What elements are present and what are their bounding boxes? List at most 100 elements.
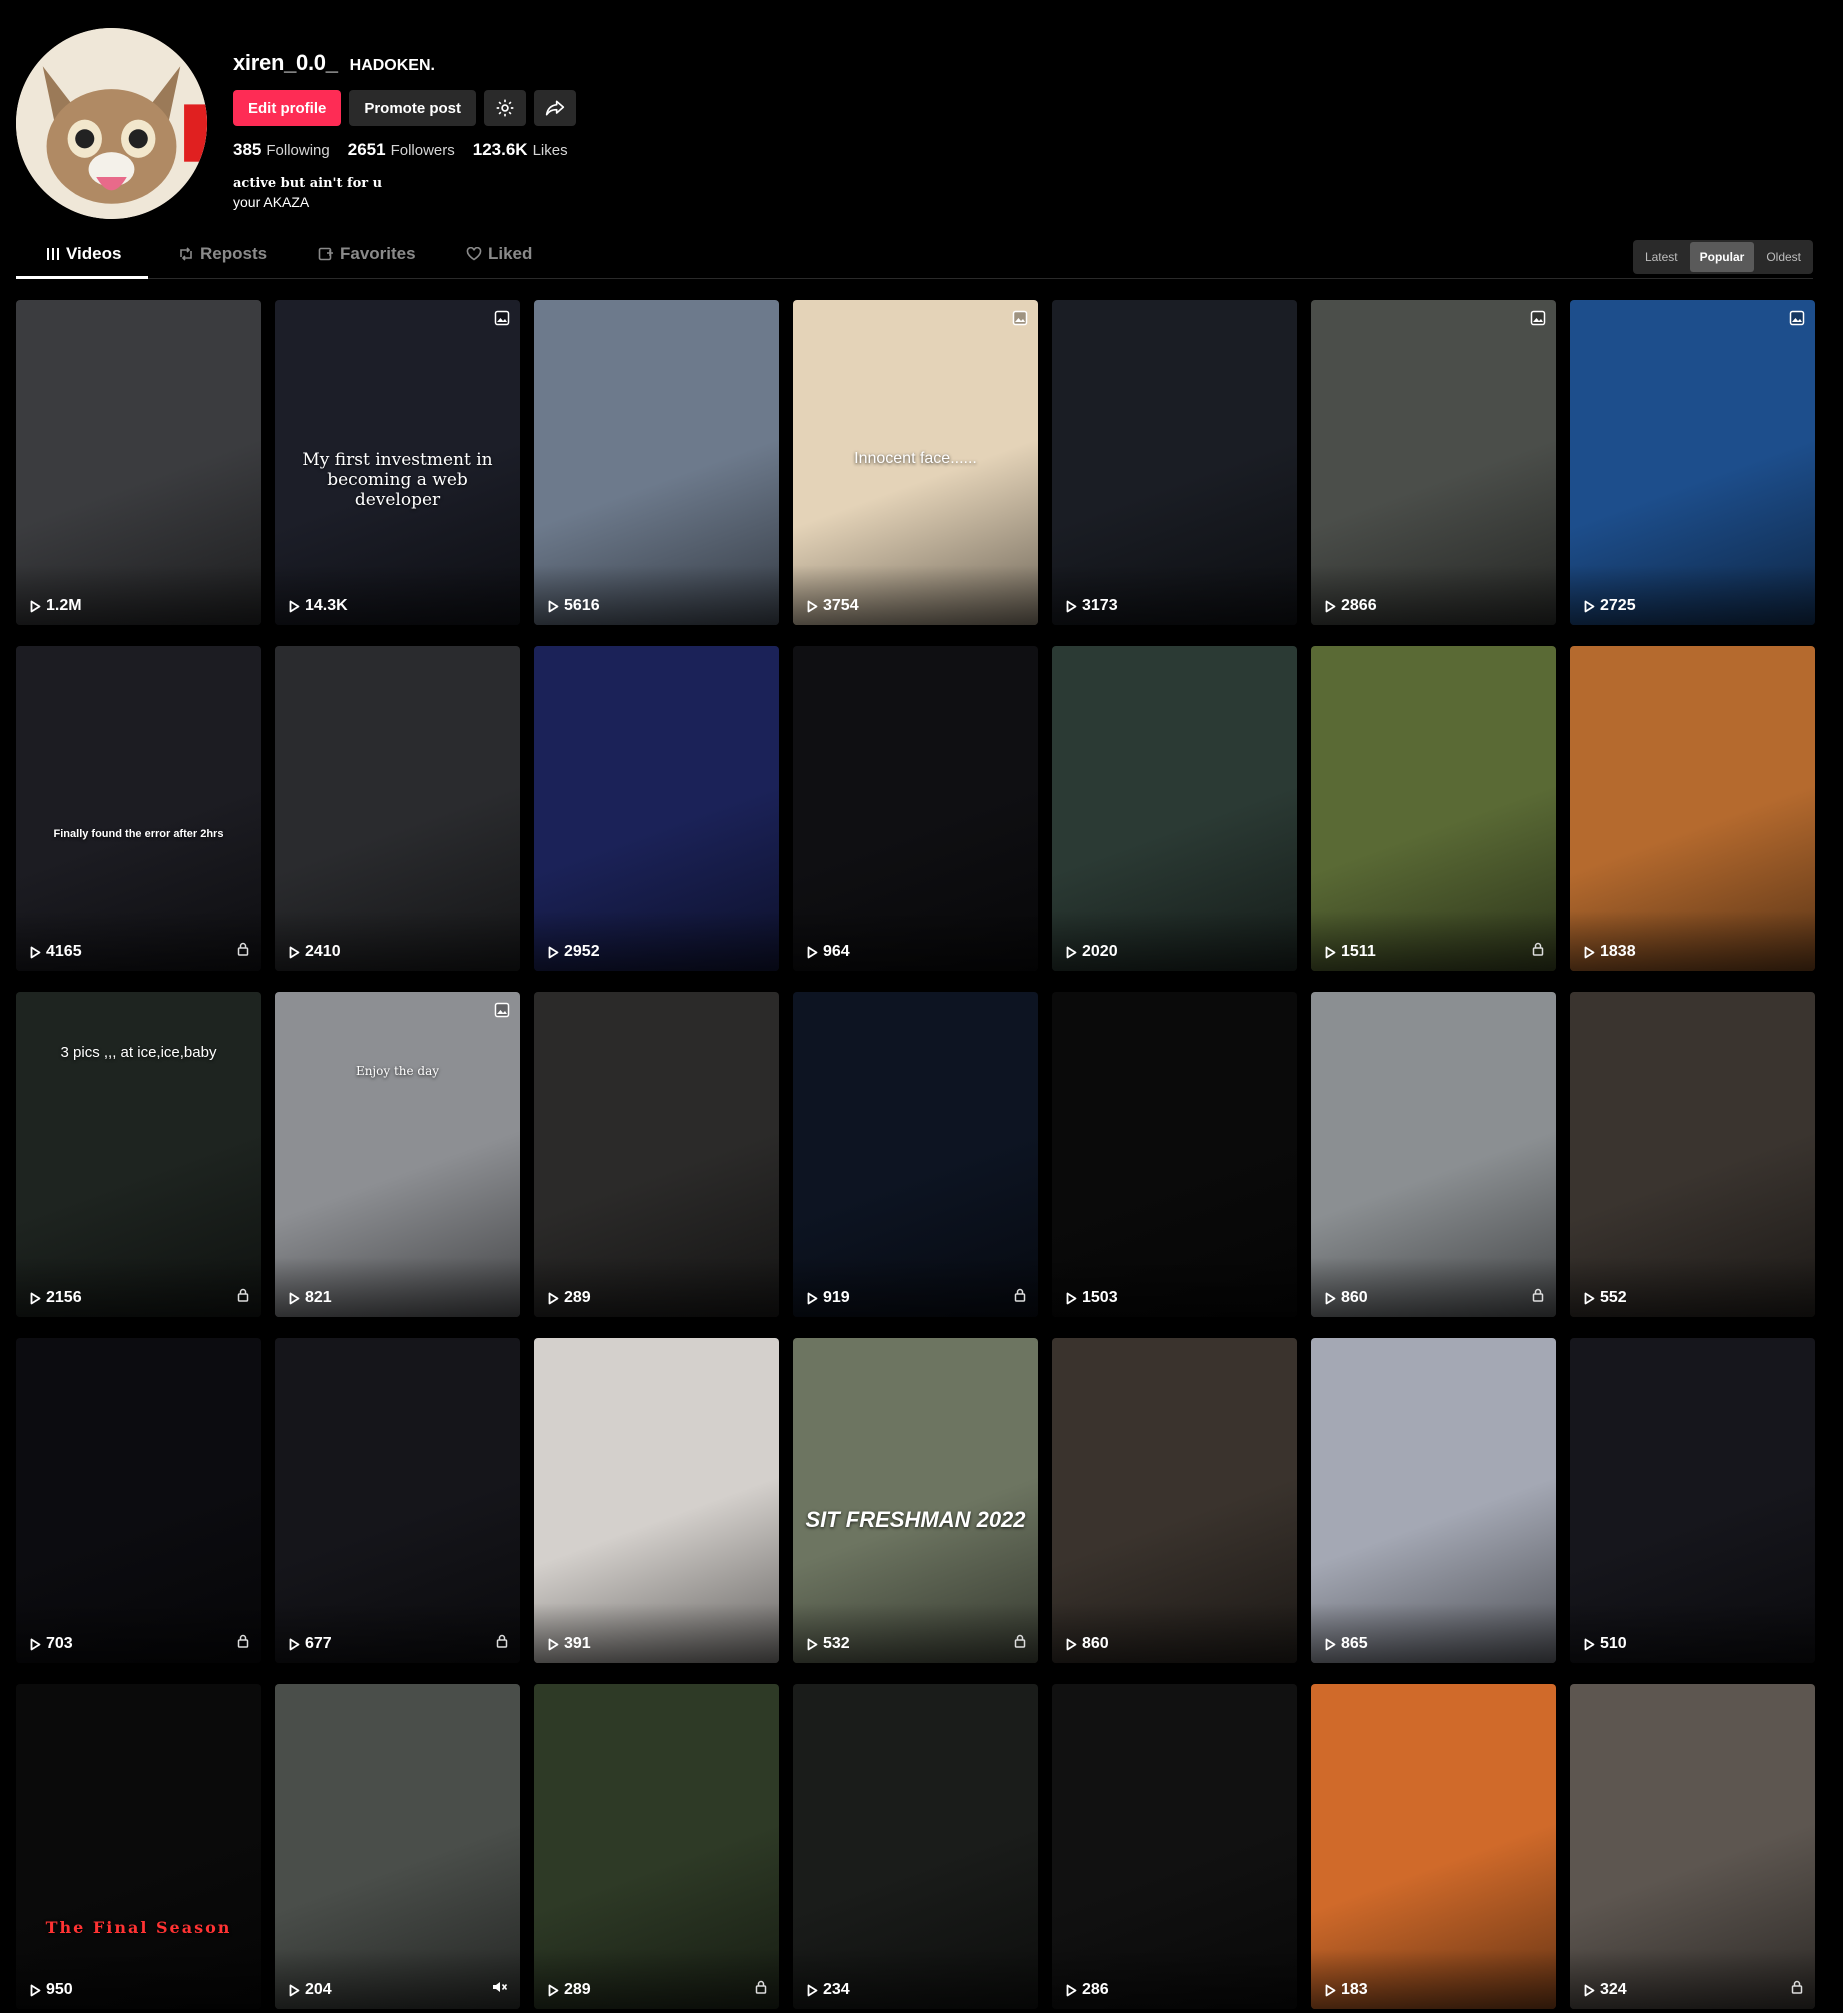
view-count: 865 xyxy=(1325,1635,1368,1653)
play-icon xyxy=(1066,600,1077,612)
card-gradient xyxy=(534,1603,779,1663)
video-card[interactable]: 2866 xyxy=(1311,300,1556,625)
play-icon xyxy=(1584,946,1595,958)
video-card[interactable]: SIT FRESHMAN 2022 532 xyxy=(793,1338,1038,1663)
video-card[interactable]: 510 xyxy=(1570,1338,1815,1663)
video-card[interactable]: 3 pics ,,, at ice,ice,baby 2156 xyxy=(16,992,261,1317)
video-card[interactable]: 1503 xyxy=(1052,992,1297,1317)
lock-icon xyxy=(237,1288,249,1307)
bio-line-2: your AKAZA xyxy=(233,194,310,210)
video-card[interactable]: The Final Season 950 xyxy=(16,1684,261,2009)
video-card[interactable]: 2725 xyxy=(1570,300,1815,625)
view-count: 14.3K xyxy=(289,597,348,615)
tab-videos[interactable]: Videos xyxy=(46,232,121,276)
view-count: 2866 xyxy=(1325,597,1377,615)
video-card[interactable]: 860 xyxy=(1052,1338,1297,1663)
play-icon xyxy=(807,1292,818,1304)
video-card[interactable]: 1511 xyxy=(1311,646,1556,971)
video-card[interactable]: 1.2M xyxy=(16,300,261,625)
avatar[interactable] xyxy=(16,28,207,219)
video-card[interactable]: 286 xyxy=(1052,1684,1297,2009)
view-count: 2410 xyxy=(289,943,341,961)
video-card[interactable]: 552 xyxy=(1570,992,1815,1317)
gear-icon xyxy=(496,99,514,117)
following-stat[interactable]: 385 Following xyxy=(233,140,330,160)
profile-header: xiren_0.0_ HADOKEN. Edit profile Promote… xyxy=(16,28,1816,228)
video-card[interactable]: 703 xyxy=(16,1338,261,1663)
play-icon xyxy=(289,1292,300,1304)
edit-profile-button[interactable]: Edit profile xyxy=(233,90,342,126)
mute-icon[interactable] xyxy=(492,1980,508,1999)
video-card[interactable]: Innocent face...... 3754 xyxy=(793,300,1038,625)
card-gradient xyxy=(16,1603,261,1663)
card-gradient xyxy=(534,565,779,625)
play-icon xyxy=(548,1984,559,1996)
view-count: 289 xyxy=(548,1289,591,1307)
video-card[interactable]: 3173 xyxy=(1052,300,1297,625)
card-gradient xyxy=(1052,565,1297,625)
share-button[interactable] xyxy=(534,90,577,126)
view-count: 3173 xyxy=(1066,597,1118,615)
video-card[interactable]: 204 xyxy=(275,1684,520,2009)
grid-icon xyxy=(47,248,59,260)
video-card[interactable]: 234 xyxy=(793,1684,1038,2009)
video-card[interactable]: 289 xyxy=(534,992,779,1317)
bio-line-1: active but ain't for u xyxy=(233,176,383,191)
tab-liked[interactable]: Liked xyxy=(466,232,532,276)
tab-reposts[interactable]: Reposts xyxy=(178,232,267,276)
video-card[interactable]: 677 xyxy=(275,1338,520,1663)
video-card[interactable]: Enjoy the day 821 xyxy=(275,992,520,1317)
play-icon xyxy=(289,600,300,612)
play-icon xyxy=(30,1638,41,1650)
tab-favorites[interactable]: Favorites xyxy=(318,232,416,276)
play-icon xyxy=(30,1292,41,1304)
card-gradient xyxy=(534,1257,779,1317)
card-gradient xyxy=(275,1257,520,1317)
sort-oldest[interactable]: Oldest xyxy=(1756,242,1811,272)
play-icon xyxy=(30,600,41,612)
video-card[interactable]: 289 xyxy=(534,1684,779,2009)
card-gradient xyxy=(275,1949,520,2009)
sort-popular[interactable]: Popular xyxy=(1689,242,1755,272)
followers-stat[interactable]: 2651 Followers xyxy=(348,140,455,160)
view-count: 532 xyxy=(807,1635,850,1653)
card-gradient xyxy=(16,1257,261,1317)
card-gradient xyxy=(793,1949,1038,2009)
video-card[interactable]: 183 xyxy=(1311,1684,1556,2009)
settings-button[interactable] xyxy=(484,90,527,126)
video-card[interactable]: My first investment in becoming a web de… xyxy=(275,300,520,625)
play-icon xyxy=(548,1292,559,1304)
card-gradient xyxy=(534,911,779,971)
video-card[interactable]: 865 xyxy=(1311,1338,1556,1663)
profile-tabs: Videos Reposts Favorites Liked Latest Po… xyxy=(16,232,1813,279)
video-card[interactable]: 1838 xyxy=(1570,646,1815,971)
lock-icon xyxy=(1014,1288,1026,1307)
video-caption: The Final Season xyxy=(45,1918,232,1937)
promote-post-button[interactable]: Promote post xyxy=(349,90,477,126)
video-card[interactable]: 2410 xyxy=(275,646,520,971)
video-card[interactable]: 5616 xyxy=(534,300,779,625)
view-count: 552 xyxy=(1584,1289,1627,1307)
cat-avatar-image xyxy=(16,28,207,219)
nickname: HADOKEN. xyxy=(349,57,435,74)
active-tab-underline xyxy=(16,276,148,279)
video-card[interactable]: Finally found the error after 2hrs 4165 xyxy=(16,646,261,971)
video-card[interactable]: 860 xyxy=(1311,992,1556,1317)
video-card[interactable]: 2020 xyxy=(1052,646,1297,971)
play-icon xyxy=(1066,1292,1077,1304)
photo-post-icon xyxy=(1789,310,1805,331)
bookmark-icon xyxy=(318,247,333,261)
view-count: 2020 xyxy=(1066,943,1118,961)
video-card[interactable]: 2952 xyxy=(534,646,779,971)
card-gradient xyxy=(16,911,261,971)
video-card[interactable]: 391 xyxy=(534,1338,779,1663)
video-card[interactable]: 919 xyxy=(793,992,1038,1317)
card-gradient xyxy=(793,565,1038,625)
play-icon xyxy=(289,1984,300,1996)
video-card[interactable]: 324 xyxy=(1570,1684,1815,2009)
play-icon xyxy=(1584,1984,1595,1996)
sort-latest[interactable]: Latest xyxy=(1635,242,1688,272)
card-gradient xyxy=(1311,1257,1556,1317)
video-card[interactable]: 964 xyxy=(793,646,1038,971)
lock-icon xyxy=(1791,1980,1803,1999)
